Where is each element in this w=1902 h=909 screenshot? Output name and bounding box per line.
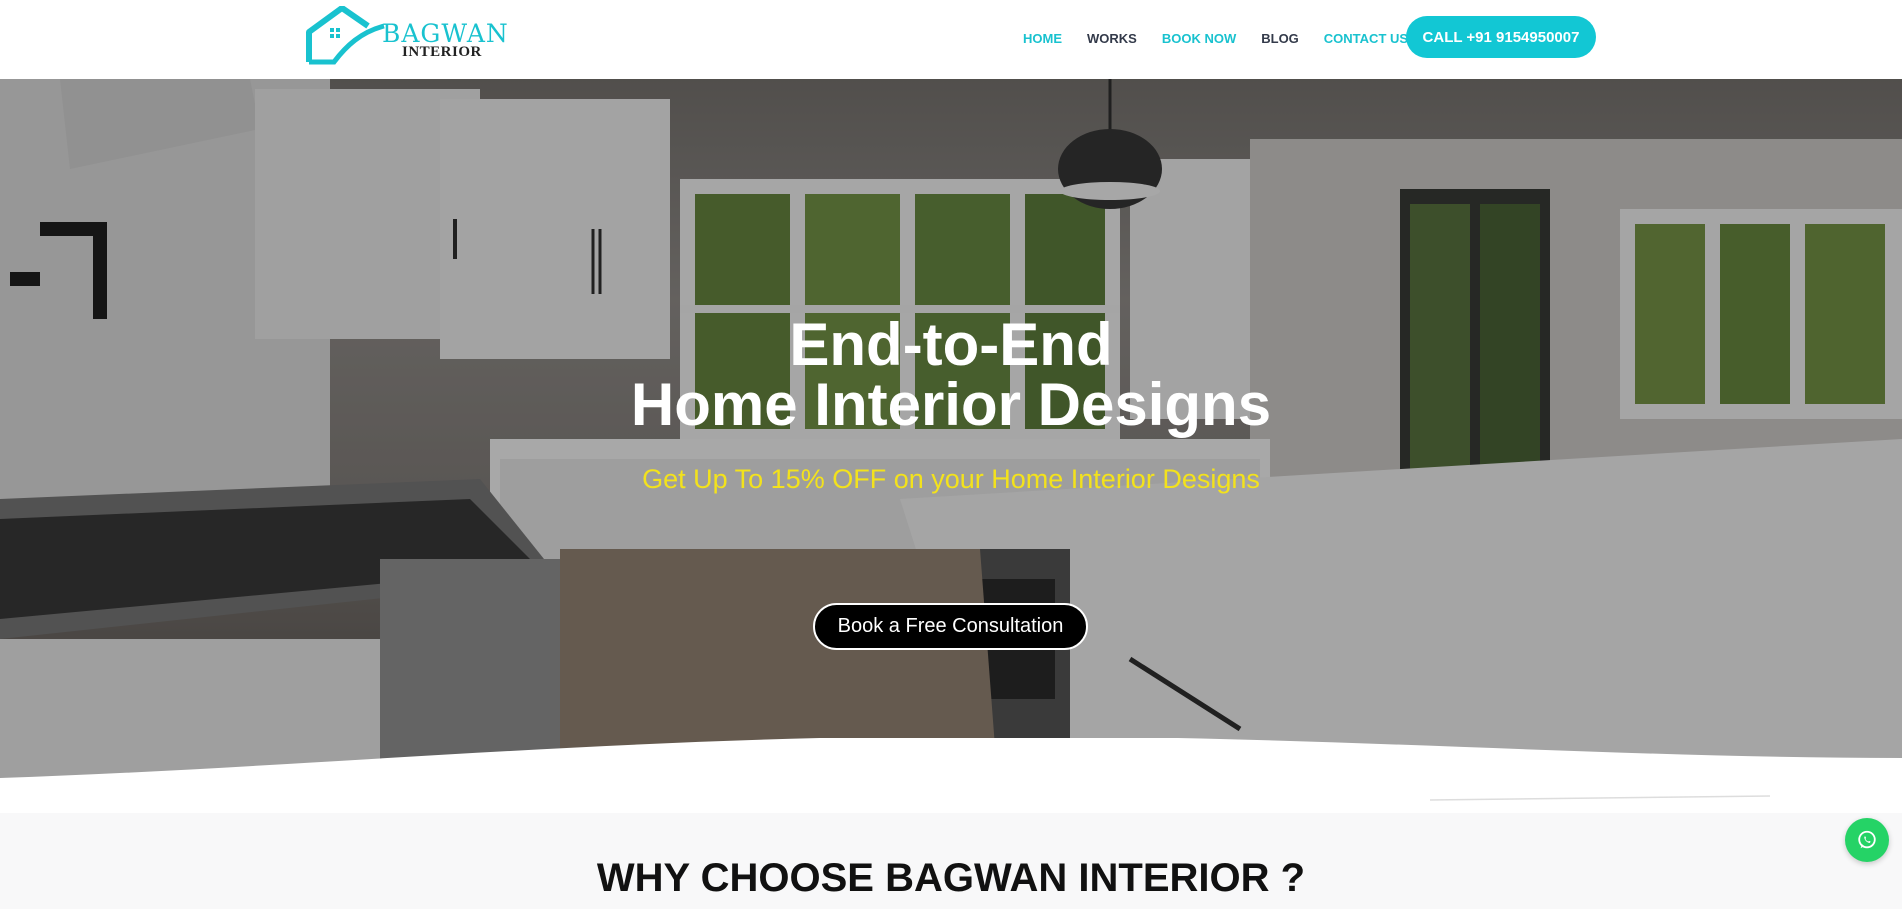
nav-blog[interactable]: BLOG — [1261, 31, 1299, 46]
house-logo-icon — [306, 6, 385, 65]
book-consultation-button[interactable]: Book a Free Consultation — [813, 603, 1088, 650]
brand-logo[interactable]: BAGWAN INTERIOR — [306, 6, 508, 66]
hero-dark-overlay — [0, 79, 1902, 813]
nav-home[interactable]: HOME — [1023, 31, 1062, 46]
nav-works[interactable]: WORKS — [1087, 31, 1137, 46]
call-button[interactable]: CALL +91 9154950007 — [1406, 16, 1596, 58]
hero-title-line-2: Home Interior Designs — [630, 371, 1272, 438]
hero-subtitle: Get Up To 15% OFF on your Home Interior … — [642, 464, 1260, 494]
nav-contact-us[interactable]: CONTACT US — [1324, 31, 1408, 46]
hero-title-line-1: End-to-End — [789, 311, 1113, 378]
whatsapp-button[interactable] — [1845, 818, 1889, 862]
why-choose-heading: WHY CHOOSE BAGWAN INTERIOR ? — [596, 856, 1306, 900]
logo-brand-suffix: INTERIOR — [402, 44, 482, 60]
hero-title: End-to-End Home Interior Designs — [451, 315, 1451, 435]
main-nav: HOME WORKS BOOK NOW BLOG CONTACT US — [1023, 28, 1433, 48]
brush-wave-divider — [0, 738, 1902, 813]
whatsapp-icon — [1858, 830, 1876, 849]
why-choose-section: WHY CHOOSE BAGWAN INTERIOR ? — [0, 813, 1902, 909]
site-header: BAGWAN INTERIOR HOME WORKS BOOK NOW BLOG… — [0, 0, 1902, 79]
nav-book-now[interactable]: BOOK NOW — [1162, 31, 1236, 46]
hero-section: End-to-End Home Interior Designs Get Up … — [0, 79, 1902, 813]
